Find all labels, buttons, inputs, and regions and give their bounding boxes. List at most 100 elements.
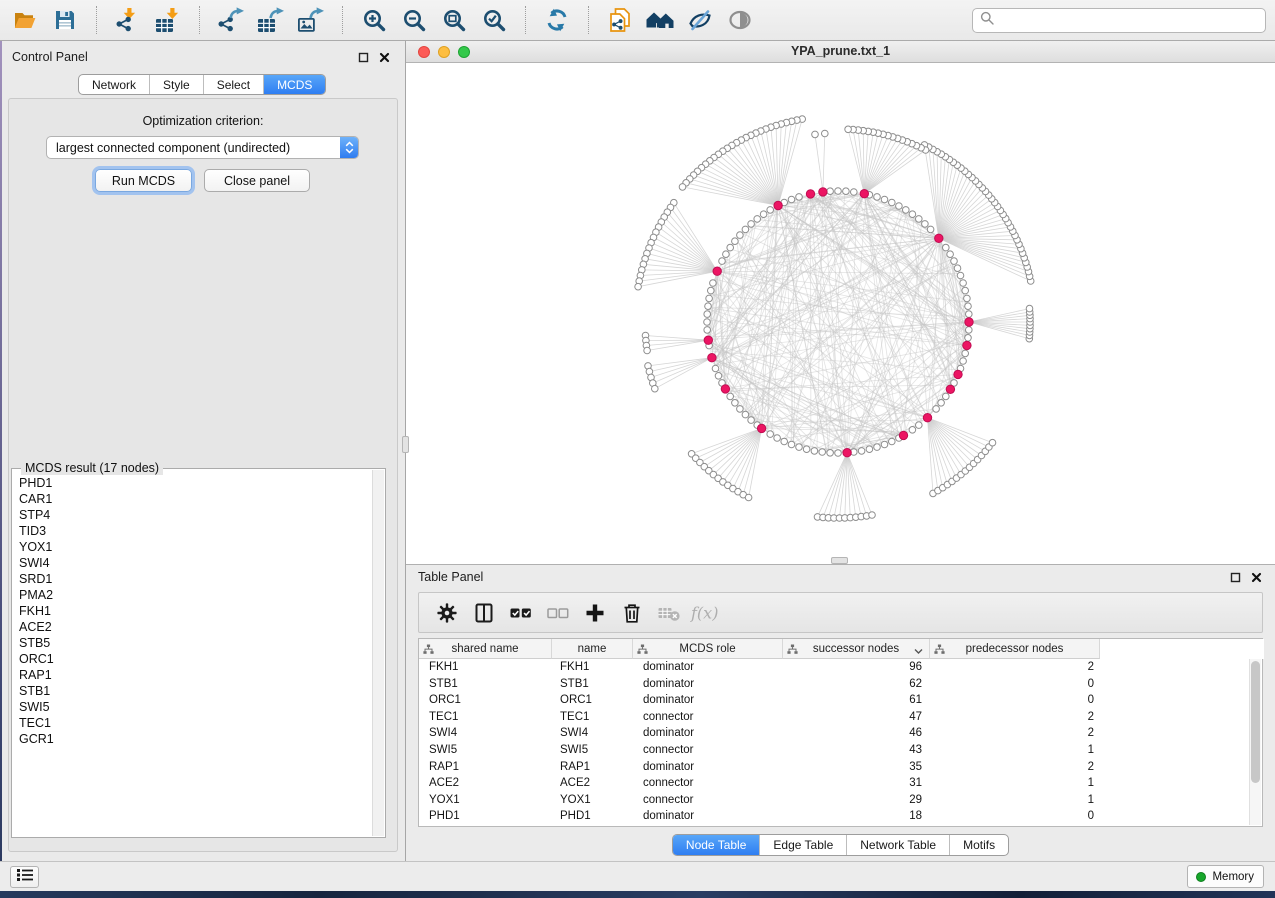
gene-node[interactable] bbox=[922, 221, 929, 228]
tab-mcds[interactable]: MCDS bbox=[263, 75, 325, 94]
gene-node[interactable] bbox=[710, 280, 717, 287]
import-table-icon[interactable] bbox=[150, 3, 186, 37]
mcds-result-item[interactable]: PMA2 bbox=[19, 587, 371, 603]
gene-node[interactable] bbox=[754, 216, 761, 223]
gene-node[interactable] bbox=[788, 196, 795, 203]
mcds-result-list[interactable]: PHD1CAR1STP4TID3YOX1SWI4SRD1PMA2FKH1ACE2… bbox=[13, 471, 371, 836]
gene-node[interactable] bbox=[938, 400, 945, 407]
leaf-gene-node[interactable] bbox=[1026, 305, 1033, 312]
zoom-selected-icon[interactable] bbox=[476, 3, 512, 37]
panel-menu-button[interactable] bbox=[10, 866, 39, 888]
gene-node[interactable] bbox=[712, 365, 719, 372]
leaf-gene-node[interactable] bbox=[822, 130, 829, 137]
gene-node[interactable] bbox=[767, 207, 774, 214]
mcds-hub-node[interactable] bbox=[721, 385, 729, 393]
table-row[interactable]: SWI4SWI4dominator462 bbox=[419, 725, 1262, 742]
save-session-icon[interactable] bbox=[47, 3, 83, 37]
gene-node[interactable] bbox=[960, 358, 967, 365]
gene-node[interactable] bbox=[881, 441, 888, 448]
mcds-result-item[interactable]: STB1 bbox=[19, 683, 371, 699]
gene-node[interactable] bbox=[827, 188, 834, 195]
leaf-gene-node[interactable] bbox=[652, 385, 659, 392]
horizontal-splitter-handle[interactable] bbox=[831, 557, 848, 564]
gene-node[interactable] bbox=[742, 411, 749, 418]
gene-node[interactable] bbox=[927, 226, 934, 233]
leaf-gene-node[interactable] bbox=[635, 283, 642, 290]
mcds-hub-node[interactable] bbox=[843, 449, 851, 457]
network-graph-svg[interactable] bbox=[406, 63, 1275, 564]
gene-node[interactable] bbox=[835, 450, 842, 457]
gene-node[interactable] bbox=[704, 311, 711, 318]
gene-node[interactable] bbox=[965, 335, 972, 342]
deselect-all-icon[interactable] bbox=[539, 596, 576, 630]
search-input[interactable] bbox=[999, 10, 1265, 31]
mcds-result-item[interactable]: STP4 bbox=[19, 507, 371, 523]
zoom-fit-icon[interactable] bbox=[436, 3, 472, 37]
gene-node[interactable] bbox=[874, 444, 881, 451]
mcds-result-item[interactable]: FKH1 bbox=[19, 603, 371, 619]
mcds-list-scrollbar[interactable] bbox=[372, 470, 384, 836]
gene-node[interactable] bbox=[774, 435, 781, 442]
export-image-icon[interactable] bbox=[293, 3, 329, 37]
gene-node[interactable] bbox=[742, 226, 749, 233]
gene-node[interactable] bbox=[708, 287, 715, 294]
zoom-out-icon[interactable] bbox=[396, 3, 432, 37]
mcds-hub-node[interactable] bbox=[954, 370, 962, 378]
leaf-gene-node[interactable] bbox=[845, 126, 852, 133]
gene-node[interactable] bbox=[706, 295, 713, 302]
gene-node[interactable] bbox=[896, 203, 903, 210]
gene-node[interactable] bbox=[723, 251, 730, 258]
gene-node[interactable] bbox=[960, 280, 967, 287]
gene-node[interactable] bbox=[889, 199, 896, 206]
tab-node-table[interactable]: Node Table bbox=[673, 835, 760, 855]
vertical-splitter-handle[interactable] bbox=[402, 436, 409, 453]
table-row[interactable]: ACE2ACE2connector311 bbox=[419, 775, 1262, 792]
gene-node[interactable] bbox=[954, 265, 961, 272]
mcds-result-item[interactable]: STB5 bbox=[19, 635, 371, 651]
close-panel-button[interactable]: Close panel bbox=[204, 169, 310, 192]
mcds-result-item[interactable]: TID3 bbox=[19, 523, 371, 539]
apply-preferred-layout-icon[interactable] bbox=[539, 3, 575, 37]
gene-node[interactable] bbox=[748, 417, 755, 424]
mcds-hub-node[interactable] bbox=[774, 201, 782, 209]
mcds-result-item[interactable]: ACE2 bbox=[19, 619, 371, 635]
gene-node[interactable] bbox=[727, 244, 734, 251]
hide-annotations-icon[interactable] bbox=[682, 3, 718, 37]
gene-node[interactable] bbox=[858, 448, 865, 455]
gene-node[interactable] bbox=[748, 221, 755, 228]
gene-node[interactable] bbox=[889, 438, 896, 445]
float-table-panel-icon[interactable] bbox=[1229, 571, 1242, 584]
gene-node[interactable] bbox=[951, 258, 958, 265]
table-row[interactable]: ORC1ORC1dominator610 bbox=[419, 692, 1262, 709]
table-row[interactable]: SWI5SWI5connector431 bbox=[419, 742, 1262, 759]
leaf-gene-node[interactable] bbox=[989, 439, 996, 446]
gene-node[interactable] bbox=[916, 216, 923, 223]
tab-network-table[interactable]: Network Table bbox=[846, 835, 949, 855]
mcds-result-item[interactable]: CAR1 bbox=[19, 491, 371, 507]
zoom-in-icon[interactable] bbox=[356, 3, 392, 37]
export-network-icon[interactable] bbox=[213, 3, 249, 37]
gene-node[interactable] bbox=[732, 400, 739, 407]
leaf-gene-node[interactable] bbox=[679, 184, 686, 191]
run-mcds-button[interactable]: Run MCDS bbox=[95, 169, 192, 192]
gene-node[interactable] bbox=[962, 350, 969, 357]
mcds-result-item[interactable]: SWI4 bbox=[19, 555, 371, 571]
table-row[interactable]: TEC1TEC1connector472 bbox=[419, 709, 1262, 726]
column-header-name[interactable]: name bbox=[552, 639, 633, 659]
gene-node[interactable] bbox=[760, 211, 767, 218]
tab-select[interactable]: Select bbox=[203, 75, 263, 94]
gene-node[interactable] bbox=[966, 311, 973, 318]
gene-node[interactable] bbox=[727, 393, 734, 400]
mcds-hub-node[interactable] bbox=[713, 267, 721, 275]
leaf-gene-node[interactable] bbox=[745, 494, 752, 501]
mcds-result-item[interactable]: RAP1 bbox=[19, 667, 371, 683]
table-row[interactable]: PHD1PHD1dominator180 bbox=[419, 808, 1262, 825]
mcds-hub-node[interactable] bbox=[819, 188, 827, 196]
mcds-hub-node[interactable] bbox=[963, 341, 971, 349]
column-header-mcds-role[interactable]: MCDS role bbox=[633, 639, 783, 659]
network-view[interactable] bbox=[406, 63, 1275, 564]
add-row-icon[interactable] bbox=[576, 596, 613, 630]
optimization-criterion-select[interactable]: largest connected component (undirected) bbox=[46, 136, 359, 159]
gene-node[interactable] bbox=[866, 446, 873, 453]
gene-node[interactable] bbox=[796, 194, 803, 201]
